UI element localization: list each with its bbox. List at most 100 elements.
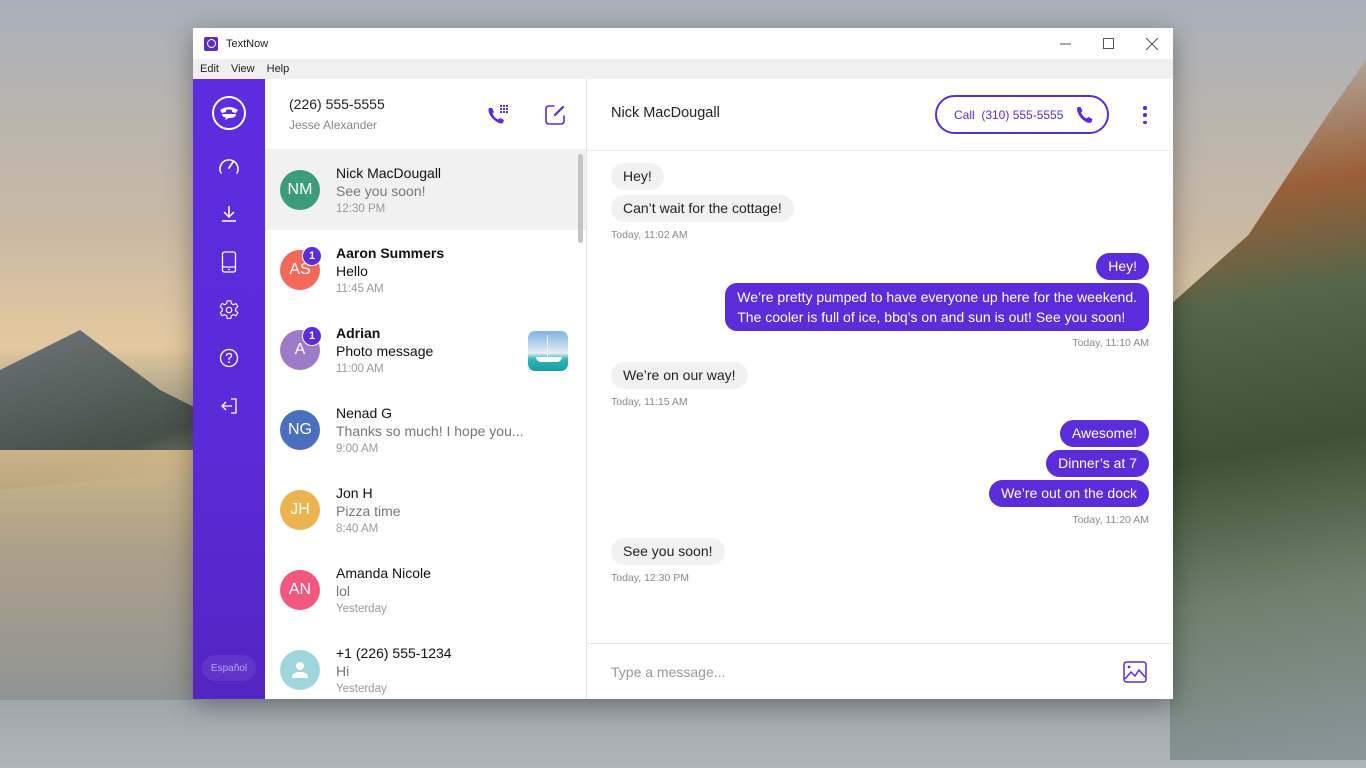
- attach-image-icon[interactable]: [1123, 661, 1147, 683]
- phone-dialpad-icon: [488, 105, 508, 124]
- maximize-button[interactable]: [1087, 28, 1130, 59]
- message-input[interactable]: [611, 661, 1091, 683]
- kebab-dot: [1143, 106, 1147, 110]
- photo-thumbnail[interactable]: [528, 331, 568, 371]
- chat-contact-name: Nick MacDougall: [611, 105, 720, 121]
- sidebar-item-devices[interactable]: [217, 250, 241, 274]
- sidebar-item-speedometer[interactable]: [217, 154, 241, 178]
- sidebar-item-logout[interactable]: [217, 394, 241, 418]
- conversation-name: Nenad G: [336, 405, 393, 421]
- avatar-initials: NM: [287, 181, 313, 198]
- outgoing-message: Awesome!: [1059, 420, 1149, 447]
- call-button[interactable]: Call (310) 555-5555: [935, 95, 1109, 134]
- incoming-message: Hey!: [611, 163, 664, 190]
- avatar: AN: [280, 570, 320, 610]
- call-button-label: Call (310) 555-5555: [954, 107, 1064, 122]
- conversation-item[interactable]: NM Nick MacDougall See you soon! 12:30 PM: [265, 150, 586, 230]
- conversation-time: 8:40 AM: [336, 523, 379, 535]
- conversation-name: Adrian: [336, 325, 381, 341]
- conversation-item[interactable]: A 1 Adrian Photo message 11:00 AM: [265, 310, 586, 390]
- unread-badge: 1: [302, 326, 322, 346]
- avatar-initials: JH: [290, 501, 310, 518]
- conversation-name: +1 (226) 555-1234: [336, 645, 452, 661]
- avatar-initials: AN: [288, 581, 312, 598]
- message-timestamp: Today, 12:30 PM: [611, 572, 690, 584]
- close-icon: [1145, 37, 1158, 50]
- conversation-preview: Thanks so much! I hope you...: [336, 423, 524, 439]
- sidebar-item-settings[interactable]: [217, 298, 241, 322]
- conversation-name: Aaron Summers: [336, 245, 445, 261]
- close-button[interactable]: [1130, 28, 1173, 59]
- outgoing-message: Dinner’s at 7: [1046, 450, 1149, 477]
- message-timestamp: Today, 11:15 AM: [611, 396, 688, 408]
- conversation-time: 12:30 PM: [336, 203, 386, 215]
- incoming-message: We’re on our way!: [611, 362, 748, 389]
- conversation-time: Yesterday: [336, 603, 387, 615]
- outgoing-message: We’re out on the dock: [989, 480, 1149, 507]
- message-timestamp: Today, 11:02 AM: [611, 229, 688, 241]
- message-composer: [587, 643, 1173, 699]
- app-icon: [204, 36, 218, 51]
- dialpad-button[interactable]: [486, 103, 510, 127]
- conversation-preview: Photo message: [336, 343, 434, 359]
- more-options-button[interactable]: [1142, 106, 1148, 124]
- conversation-preview: Pizza time: [336, 503, 401, 519]
- language-button[interactable]: Español: [202, 655, 256, 681]
- conversation-preview: lol: [336, 583, 351, 599]
- conversation-item[interactable]: AN Amanda Nicole lol Yesterday: [265, 550, 586, 630]
- menu-view[interactable]: View: [231, 63, 255, 75]
- conversation-item[interactable]: AS 1 Aaron Summers Hello 11:45 AM: [265, 230, 586, 310]
- chat-panel: Nick MacDougall Call (310) 555-5555 Hey!…: [587, 79, 1173, 699]
- download-icon: [222, 206, 236, 222]
- conversation-name: Nick MacDougall: [336, 165, 442, 181]
- conversation-time: 11:00 AM: [336, 363, 384, 375]
- outgoing-message: We’re pretty pumped to have everyone up …: [725, 283, 1149, 331]
- incoming-message: Can’t wait for the cottage!: [611, 195, 794, 222]
- wallpaper-lake-left: [0, 450, 200, 700]
- conversation-name: Amanda Nicole: [336, 565, 431, 581]
- minimize-icon: [1060, 43, 1071, 45]
- conversation-item[interactable]: +1 (226) 555-1234 Hi Yesterday: [265, 630, 586, 699]
- conversation-item[interactable]: NG Nenad G Thanks so much! I hope you... 9:…: [265, 390, 586, 470]
- avatar: [280, 650, 320, 690]
- conversation-item[interactable]: JH Jon H Pizza time 8:40 AM: [265, 470, 586, 550]
- outgoing-message: Hey!: [1096, 253, 1149, 280]
- window-title: TextNow: [226, 37, 269, 50]
- conversation-panel: (226) 555-5555 Jesse Alexander NM Nick M…: [265, 79, 587, 699]
- kebab-dot: [1143, 120, 1147, 124]
- message-timestamp: Today, 11:20 AM: [1072, 514, 1149, 526]
- conversation-time: 9:00 AM: [336, 443, 379, 455]
- conversation-time: 11:45 AM: [336, 283, 384, 295]
- phone-device-icon: [221, 251, 237, 273]
- gear-icon: [219, 300, 239, 319]
- textnow-logo-icon[interactable]: [212, 96, 246, 130]
- title-bar: TextNow: [193, 28, 1173, 59]
- sidebar-item-help[interactable]: [217, 346, 241, 370]
- help-icon: [219, 348, 239, 368]
- conversation-list: NM Nick MacDougall See you soon! 12:30 PM A S…: [265, 150, 586, 699]
- kebab-dot: [1143, 113, 1147, 117]
- avatar: NG: [280, 410, 320, 450]
- my-phone-number: (226) 555-5555: [289, 96, 385, 112]
- menu-help[interactable]: Help: [267, 63, 290, 75]
- unread-badge: 1: [302, 246, 322, 266]
- conversation-name: Jon H: [336, 485, 373, 501]
- minimize-button[interactable]: [1044, 28, 1087, 59]
- person-icon: [292, 662, 308, 678]
- message-thread: Hey! Can’t wait for the cottage! Today, 11…: [587, 151, 1173, 643]
- chat-header: Nick MacDougall Call (310) 555-5555: [587, 79, 1173, 151]
- compose-button[interactable]: [543, 103, 567, 127]
- avatar-initials: NG: [288, 421, 312, 438]
- my-account-name: Jesse Alexander: [289, 118, 378, 132]
- menu-edit[interactable]: Edit: [200, 63, 219, 75]
- conversation-time: Yesterday: [336, 683, 387, 695]
- logout-icon: [221, 398, 237, 414]
- sidebar-item-download[interactable]: [217, 202, 241, 226]
- speedometer-icon: [219, 159, 239, 174]
- sidebar: Español: [193, 79, 265, 699]
- conversation-list-scrollbar[interactable]: [578, 154, 583, 243]
- conversation-preview: See you soon!: [336, 183, 426, 199]
- conversation-preview: Hi: [336, 663, 350, 679]
- avatar-initials: A: [294, 341, 306, 358]
- conversation-preview: Hello: [336, 263, 368, 279]
